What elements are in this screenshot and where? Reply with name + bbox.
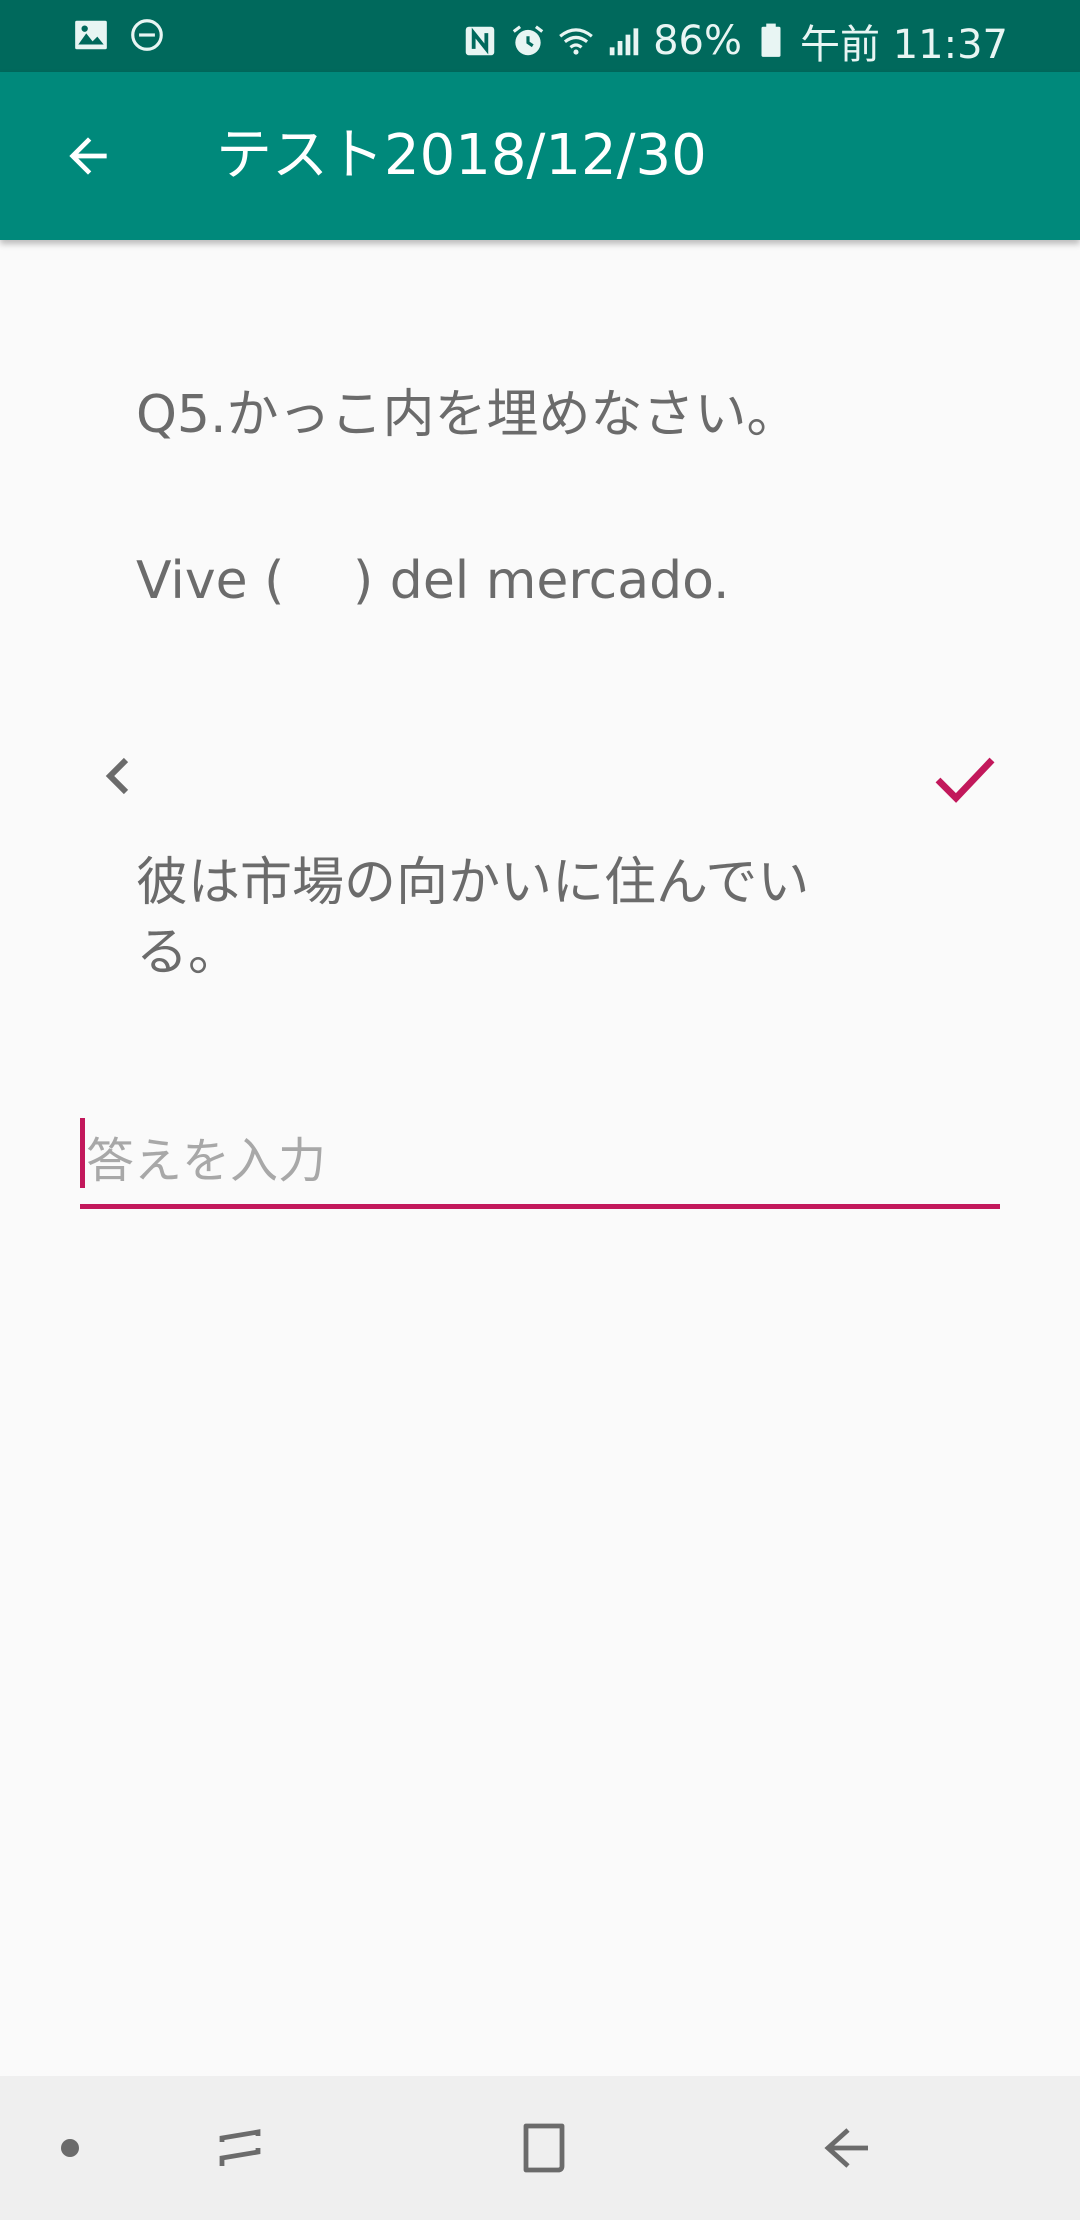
recent-apps-icon xyxy=(219,2129,261,2166)
dot-icon xyxy=(61,2139,79,2157)
nfc-icon xyxy=(465,26,495,56)
wifi-icon xyxy=(559,28,593,55)
previous-question-button[interactable] xyxy=(90,744,146,808)
answer-input[interactable] xyxy=(80,1118,1006,1204)
status-right: 86% 午前 11:37 xyxy=(461,12,1008,70)
signal-icon xyxy=(609,28,639,56)
nav-dot-button[interactable] xyxy=(34,2112,106,2184)
answer-field[interactable] xyxy=(80,1118,1006,1209)
battery-icon xyxy=(761,23,781,57)
page-title: テスト2018/12/30 xyxy=(216,123,707,188)
question-sentence: Vive ( ) del mercado. xyxy=(136,551,730,611)
recent-apps-button[interactable] xyxy=(204,2112,276,2184)
app-bar: テスト2018/12/30 xyxy=(0,72,1080,240)
translation-hint: 彼は市場の向かいに住んでいる。 xyxy=(136,853,810,983)
back-icon xyxy=(824,2128,868,2168)
arrow-back-icon xyxy=(69,137,107,175)
chevron-left-icon xyxy=(105,757,129,795)
status-bar: 86% 午前 11:37 xyxy=(0,0,1080,72)
status-left xyxy=(72,16,166,54)
do-not-disturb-icon xyxy=(131,19,163,51)
image-icon xyxy=(75,20,107,50)
home-icon xyxy=(523,2123,565,2173)
clock: 午前 11:37 xyxy=(800,22,1008,68)
check-icon xyxy=(935,757,995,803)
check-answer-button[interactable] xyxy=(930,744,1000,814)
text-cursor xyxy=(80,1118,85,1188)
battery-percent: 86% xyxy=(653,18,742,64)
home-button[interactable] xyxy=(506,2112,578,2184)
navigation-bar xyxy=(0,2076,1080,2220)
alarm-icon xyxy=(512,25,544,56)
system-back-button[interactable] xyxy=(810,2112,882,2184)
question-label: Q5.かっこ内を埋めなさい。 xyxy=(136,385,799,445)
back-button[interactable] xyxy=(40,108,136,204)
